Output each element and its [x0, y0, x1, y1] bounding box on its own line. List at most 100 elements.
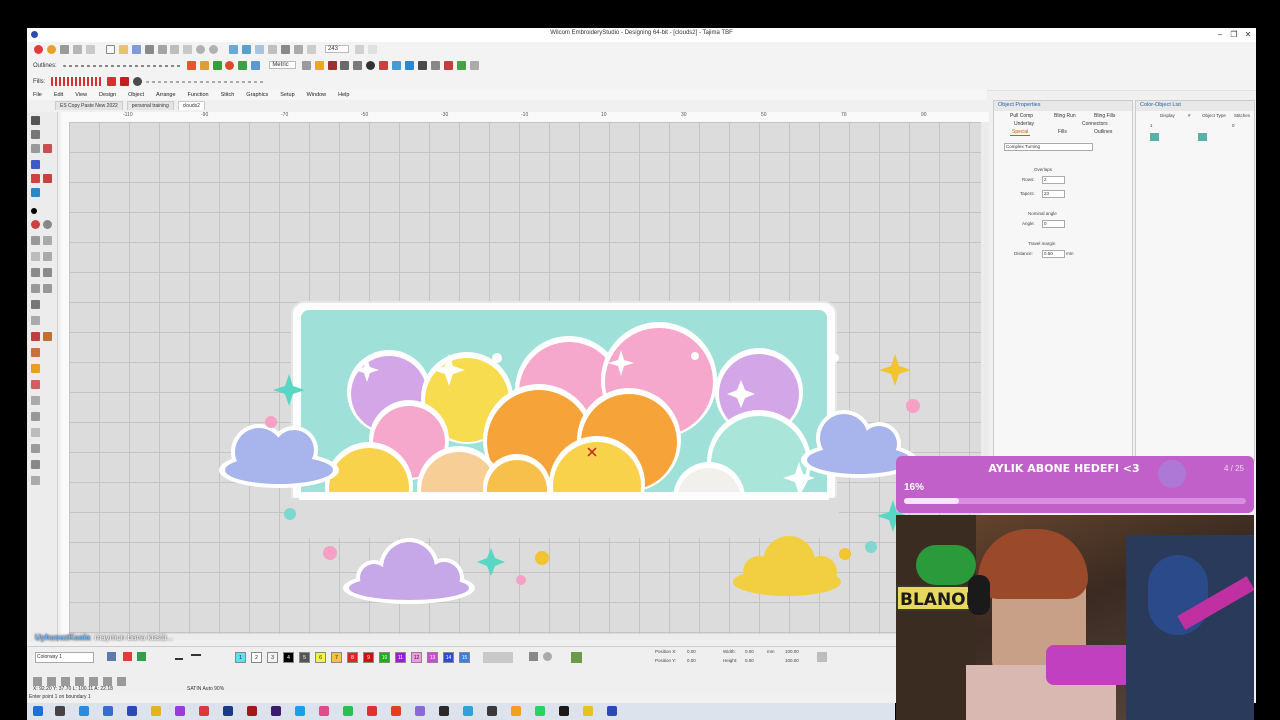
branch-icon[interactable]: [31, 316, 40, 325]
minimize-button[interactable]: –: [1213, 29, 1227, 41]
undo-icon[interactable]: [196, 45, 206, 54]
stitch-type-select[interactable]: Complex Turning: [1004, 143, 1093, 151]
tatami-icon[interactable]: [107, 77, 117, 86]
ungroup-icon[interactable]: [75, 677, 84, 686]
tab-clouds2[interactable]: clouds2: [177, 101, 205, 110]
width-value[interactable]: 0.00: [745, 649, 754, 654]
fill-icon[interactable]: [379, 61, 389, 70]
polyline-icon[interactable]: [31, 144, 40, 153]
insert-icon[interactable]: [33, 677, 42, 686]
explorer-icon[interactable]: [151, 706, 161, 716]
scale-y-value[interactable]: 100.00: [785, 658, 799, 663]
zoom-icon[interactable]: [294, 45, 304, 54]
menu-function[interactable]: Function: [188, 92, 209, 98]
color-tool-icon[interactable]: [43, 332, 52, 341]
tapers-input[interactable]: 23: [1042, 190, 1065, 198]
paste-icon[interactable]: [183, 45, 193, 54]
square-icon[interactable]: [43, 236, 52, 245]
app-icon[interactable]: [319, 706, 329, 716]
circle-tool-icon[interactable]: [225, 61, 235, 70]
open-folder-icon[interactable]: [118, 45, 128, 54]
outline-types-icon[interactable]: [62, 65, 183, 67]
settings-icon[interactable]: [301, 61, 311, 70]
select-arrow-icon[interactable]: [31, 116, 40, 125]
start-icon[interactable]: [33, 706, 43, 716]
menu-stitch[interactable]: Stitch: [221, 92, 235, 98]
palette-swatch[interactable]: 15: [459, 652, 470, 663]
satin-icon[interactable]: [43, 144, 52, 153]
dropdown-icon[interactable]: [354, 45, 364, 54]
menu-object[interactable]: Object: [128, 92, 144, 98]
run-point-icon[interactable]: [31, 208, 37, 214]
menu-help[interactable]: Help: [338, 92, 349, 98]
illustrator-icon[interactable]: [247, 706, 257, 716]
tatami-tool-icon[interactable]: [43, 174, 52, 183]
design-canvas[interactable]: [69, 122, 981, 634]
menu-window[interactable]: Window: [307, 92, 327, 98]
menu-setup[interactable]: Setup: [280, 92, 294, 98]
rows-input[interactable]: 2: [1042, 176, 1065, 184]
reshape-icon[interactable]: [31, 130, 40, 139]
group-icon[interactable]: [61, 677, 70, 686]
palette-swatch[interactable]: 2: [251, 652, 262, 663]
palette-swatch[interactable]: 12: [411, 652, 422, 663]
color-wheel-icon[interactable]: [133, 77, 143, 86]
star-tool-icon[interactable]: [43, 284, 52, 293]
save-icon[interactable]: [131, 45, 141, 54]
tab-personal-training[interactable]: personal training: [126, 101, 174, 110]
order-icon[interactable]: [89, 677, 98, 686]
notes-icon[interactable]: [511, 706, 521, 716]
brush-icon[interactable]: [199, 61, 209, 70]
twitch-icon[interactable]: [175, 706, 185, 716]
tab-pull-comp[interactable]: Pull Comp: [1008, 113, 1035, 119]
travel-icon[interactable]: [242, 45, 252, 54]
eyedropper-icon[interactable]: [123, 652, 132, 661]
ruler-tool-icon[interactable]: [31, 300, 40, 309]
palette-swatch[interactable]: 10: [379, 652, 390, 663]
bottom-purple-cloud[interactable]: [343, 538, 475, 604]
scale-x-value[interactable]: 100.00: [785, 649, 799, 654]
auto-fabric-icon[interactable]: [31, 348, 40, 357]
menu-arrange[interactable]: Arrange: [156, 92, 176, 98]
outlook-icon[interactable]: [103, 706, 113, 716]
opera-icon[interactable]: [199, 706, 209, 716]
rectangle-icon[interactable]: [31, 236, 40, 245]
horizontal-scrollbar[interactable]: [69, 634, 981, 640]
copy-icon[interactable]: [170, 45, 180, 54]
weld-icon[interactable]: [444, 61, 454, 70]
show-icon[interactable]: [117, 677, 126, 686]
maximize-button[interactable]: ❐: [1227, 29, 1241, 41]
chrome-icon[interactable]: [367, 706, 377, 716]
discord-icon[interactable]: [415, 706, 425, 716]
menu-file[interactable]: File: [33, 92, 42, 98]
tab-outlines[interactable]: Outlines: [1092, 129, 1114, 135]
position-x-value[interactable]: 0.00: [687, 649, 696, 654]
angle-input[interactable]: 0: [1042, 220, 1065, 228]
extra-icon[interactable]: [367, 45, 377, 54]
stitch-player-icon[interactable]: [229, 45, 239, 54]
menu-edit[interactable]: Edit: [54, 92, 63, 98]
hoop-icon[interactable]: [268, 45, 278, 54]
palette-tools-icon[interactable]: [483, 652, 513, 663]
browser-icon[interactable]: [295, 706, 305, 716]
palette-swatch[interactable]: 5: [299, 652, 310, 663]
freehand-icon[interactable]: [31, 252, 40, 261]
wilcom-2-icon[interactable]: [607, 706, 617, 716]
brave-icon[interactable]: [391, 706, 401, 716]
sequin-icon[interactable]: [31, 380, 40, 389]
lock-icon[interactable]: [47, 677, 56, 686]
wireframe-icon[interactable]: [255, 45, 265, 54]
close-button[interactable]: ✕: [1241, 29, 1255, 41]
clip-icon[interactable]: [85, 45, 95, 54]
bling-icon[interactable]: [31, 396, 40, 405]
more-tools-icon[interactable]: [470, 61, 479, 70]
tab-fills[interactable]: Fills: [1056, 129, 1069, 135]
align-icon[interactable]: [392, 61, 402, 70]
tab-underlay[interactable]: Underlay: [1012, 121, 1036, 127]
knife-tool-icon[interactable]: [43, 252, 52, 261]
outline-tool-icon[interactable]: [31, 412, 40, 421]
knife-icon[interactable]: [431, 61, 441, 70]
position-y-value[interactable]: 0.00: [687, 658, 696, 663]
shape-icon[interactable]: [212, 61, 222, 70]
new-file-icon[interactable]: [105, 45, 115, 54]
